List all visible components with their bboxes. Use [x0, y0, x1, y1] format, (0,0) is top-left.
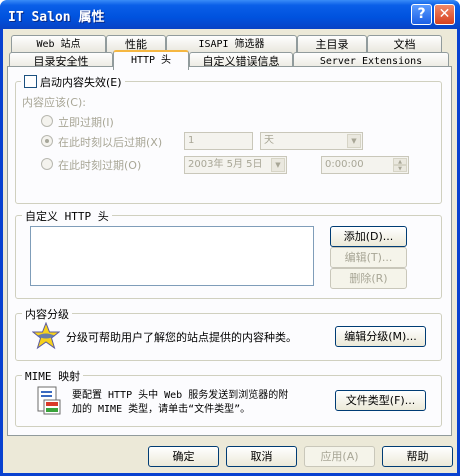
mime-map-legend: MIME 映射 [22, 368, 84, 384]
mime-description-line2: 加的 MIME 类型，请单击“文件类型”。 [72, 404, 251, 415]
dialog-client: Web 站点 性能 ISAPI 筛选器 主目录 文档 目录安全性 HTTP 头 … [3, 29, 457, 473]
expire-after-radio[interactable] [41, 135, 53, 147]
custom-headers-group: 自定义 HTTP 头 添加(D)... 编辑(T)... 删除(R) [15, 208, 442, 299]
dialog-window: IT Salon 属性 ? ✕ Web 站点 性能 ISAPI 筛选器 主目录 … [0, 0, 460, 476]
help-title-button[interactable]: ? [411, 4, 432, 25]
help-button[interactable]: 帮助 [382, 446, 453, 467]
ok-button[interactable]: 确定 [148, 446, 219, 467]
edit-header-button[interactable]: 编辑(T)... [330, 247, 407, 268]
mime-description-line1: 要配置 HTTP 头中 Web 服务发送到浏览器的附 [72, 390, 289, 401]
expiration-group: 启动内容失效(E) 内容应该(C): 立即过期(I) 在此时刻以后过期(X) 1… [15, 74, 442, 204]
file-type-icon [36, 386, 62, 416]
content-should-label: 内容应该(C): [22, 96, 86, 109]
content-rating-legend: 内容分级 [22, 306, 72, 322]
add-header-button[interactable]: 添加(D)... [330, 226, 407, 247]
enable-expiration-checkbox[interactable] [24, 75, 37, 88]
expire-date-picker[interactable]: 2003年 5月 5日 ▼ [184, 156, 287, 174]
expire-at-radio[interactable] [41, 158, 53, 170]
tab-home-directory[interactable]: 主目录 [297, 35, 367, 53]
enable-expiration-label: 启动内容失效(E) [40, 76, 122, 89]
expire-now-label: 立即过期(I) [58, 116, 114, 129]
content-rating-group: 内容分级 分级可帮助用户了解您的站点提供的内容种类。 编辑分级(M)... [15, 306, 442, 361]
custom-headers-legend: 自定义 HTTP 头 [22, 208, 112, 224]
chevron-down-icon: ▼ [271, 158, 285, 172]
title-bar[interactable]: IT Salon 属性 ? ✕ [0, 0, 460, 29]
expire-after-value-input[interactable]: 1 [184, 132, 253, 150]
expire-at-label: 在此时刻过期(O) [58, 159, 142, 172]
expire-time-value: 0:00:00 [325, 159, 364, 170]
expiration-legend: 启动内容失效(E) [21, 74, 125, 90]
expire-after-unit-value: 天 [264, 135, 274, 146]
window-title: IT Salon 属性 [8, 10, 105, 25]
rating-star-icon [31, 321, 61, 350]
expire-now-radio[interactable] [41, 115, 53, 127]
custom-headers-list[interactable] [30, 226, 314, 286]
edit-ratings-button[interactable]: 编辑分级(M)... [335, 326, 426, 347]
file-types-button[interactable]: 文件类型(F)... [335, 390, 426, 411]
tab-http-headers[interactable]: HTTP 头 [113, 50, 189, 70]
chevron-down-icon: ▼ [347, 134, 361, 148]
close-button[interactable]: ✕ [434, 4, 455, 25]
http-headers-page: 启动内容失效(E) 内容应该(C): 立即过期(I) 在此时刻以后过期(X) 1… [7, 66, 452, 436]
delete-header-button[interactable]: 删除(R) [330, 268, 407, 289]
rating-description: 分级可帮助用户了解您的站点提供的内容种类。 [66, 331, 297, 344]
mime-map-group: MIME 映射 要配置 HTTP 头中 Web 服务发送到浏览器的附 加的 MI… [15, 368, 442, 427]
expire-time-spinner[interactable]: 0:00:00 ▲ ▼ [321, 156, 409, 174]
apply-button[interactable]: 应用(A) [304, 446, 375, 467]
spin-up-icon: ▲ [393, 158, 407, 165]
expire-after-unit-select[interactable]: 天 ▼ [260, 132, 363, 150]
spin-down-icon: ▼ [393, 165, 407, 172]
expire-date-value: 2003年 5月 5日 [188, 159, 263, 170]
tab-documents[interactable]: 文档 [367, 35, 442, 53]
cancel-button[interactable]: 取消 [226, 446, 297, 467]
expire-after-label: 在此时刻以后过期(X) [58, 136, 163, 149]
tab-web-site[interactable]: Web 站点 [11, 35, 106, 53]
